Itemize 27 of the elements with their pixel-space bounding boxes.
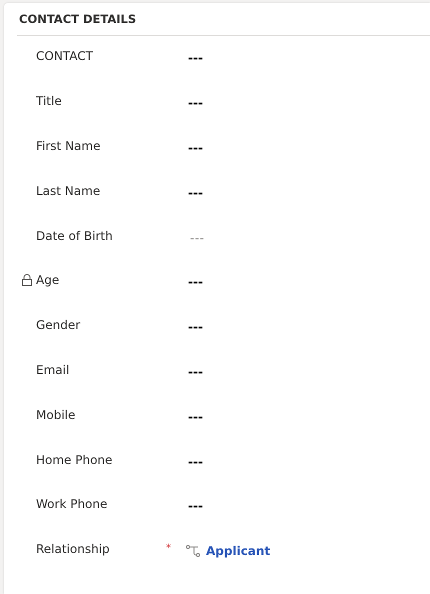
required-mark: * xyxy=(166,542,171,554)
field-label: Gender xyxy=(36,318,80,332)
lookup-icon xyxy=(186,545,200,558)
field-value: --- xyxy=(188,410,203,424)
field-label: Date of Birth xyxy=(36,228,113,243)
field-value: --- xyxy=(188,454,203,469)
field-label: First Name xyxy=(36,138,100,153)
field-label: Work Phone xyxy=(36,497,108,512)
field-label: CONTACT xyxy=(36,49,93,64)
field-label: Title xyxy=(36,94,62,108)
field-label: Age xyxy=(36,273,60,288)
section-title: CONTACT DETAILS xyxy=(19,12,136,26)
field-label: Home Phone xyxy=(36,452,112,467)
field-label: Relationship xyxy=(36,542,110,556)
field-value: --- xyxy=(188,186,203,200)
field-label: Mobile xyxy=(36,408,76,422)
lookup-link[interactable]: Applicant xyxy=(206,544,270,558)
field-label: Email xyxy=(36,362,70,377)
field-value: --- xyxy=(188,499,203,514)
date-field[interactable]: --- xyxy=(190,230,204,245)
field-label: Last Name xyxy=(36,184,100,198)
field-value: --- xyxy=(188,275,203,290)
field-value: --- xyxy=(188,140,203,155)
field-value: --- xyxy=(188,96,203,110)
field-value: --- xyxy=(188,320,203,334)
field-value: --- xyxy=(188,364,203,379)
field-value: --- xyxy=(188,51,203,66)
